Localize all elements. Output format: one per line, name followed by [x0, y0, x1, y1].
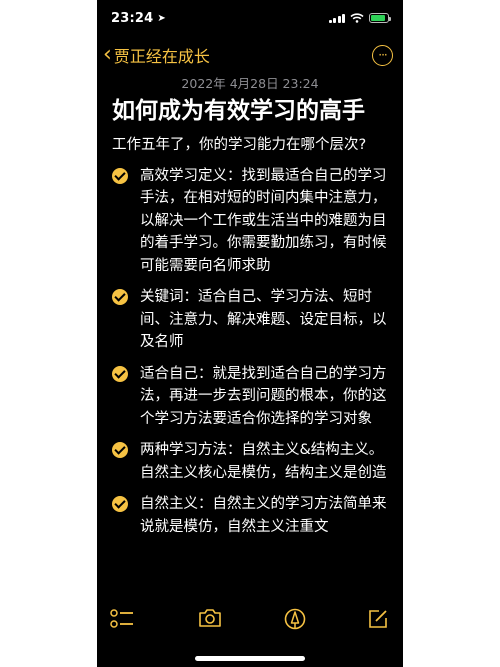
- note-title: 如何成为有效学习的高手: [112, 98, 365, 124]
- status-bar: 23:24 ➤: [111, 9, 391, 27]
- checklist-item-text: 关键词：适合自己、学习方法、短时间、注意力、解决难题、设定目标，以及名师: [140, 289, 387, 350]
- checked-circle-icon[interactable]: [112, 496, 128, 512]
- note-date: 2022年 4月28日 23:24: [181, 76, 319, 91]
- cellular-signal-icon: [328, 13, 345, 23]
- back-button[interactable]: 贾正经在成长: [114, 43, 210, 67]
- checked-circle-icon[interactable]: [112, 289, 128, 305]
- notes-screen: 23:24 ➤ ‹ 贾正经在成长 ··· 2022年 4月28日 23:24 如…: [97, 0, 403, 667]
- checklist-item-text: 高效学习定义：找到最适合自己的学习手法，在相对短的时间内集中注意力，以解决一个工…: [140, 167, 387, 274]
- more-options-icon[interactable]: ···: [372, 44, 393, 66]
- checklist-item-text: 适合自己：就是找到适合自己的学习方法，再进一步去到问题的根本，你的这个学习方法要…: [140, 365, 387, 427]
- checklist: 高效学习定义：找到最适合自己的学习手法，在相对短的时间内集中注意力，以解决一个工…: [112, 165, 391, 539]
- checklist-item-text: 两种学习方法：自然主义&结构主义。自然主义核心是模仿，结构主义是创造: [140, 442, 387, 481]
- location-arrow-icon: ➤: [157, 12, 166, 24]
- checklist-item: 自然主义：自然主义的学习方法简单来说就是模仿，自然主义注重文: [112, 493, 391, 538]
- checklist-item: 高效学习定义：找到最适合自己的学习手法，在相对短的时间内集中注意力，以解决一个工…: [112, 165, 391, 278]
- checklist-icon[interactable]: [110, 608, 134, 630]
- home-indicator[interactable]: [195, 656, 305, 661]
- checklist-item: 适合自己：就是找到适合自己的学习方法，再进一步去到问题的根本，你的这个学习方法要…: [112, 363, 391, 431]
- markup-pen-icon[interactable]: [284, 608, 306, 630]
- checked-circle-icon[interactable]: [112, 442, 128, 458]
- checklist-item: 两种学习方法：自然主义&结构主义。自然主义核心是模仿，结构主义是创造: [112, 439, 391, 484]
- nav-bar: ‹ 贾正经在成长 ···: [103, 42, 393, 68]
- status-time: 23:24: [111, 10, 154, 26]
- compose-icon[interactable]: [367, 608, 389, 630]
- wifi-icon: [350, 13, 364, 23]
- checked-circle-icon[interactable]: [112, 167, 128, 184]
- camera-icon[interactable]: [198, 608, 222, 628]
- checked-circle-icon[interactable]: [112, 365, 128, 382]
- bottom-toolbar: [97, 605, 403, 635]
- note-intro: 工作五年了，你的学习能力在哪个层次?: [112, 137, 367, 153]
- note-body[interactable]: 如何成为有效学习的高手 工作五年了，你的学习能力在哪个层次? 高效学习定义：找到…: [112, 94, 391, 547]
- battery-icon: [369, 13, 391, 23]
- checklist-item-text: 自然主义：自然主义的学习方法简单来说就是模仿，自然主义注重文: [140, 496, 387, 535]
- chevron-left-icon[interactable]: ‹: [103, 44, 112, 66]
- checklist-item: 关键词：适合自己、学习方法、短时间、注意力、解决难题、设定目标，以及名师: [112, 286, 391, 354]
